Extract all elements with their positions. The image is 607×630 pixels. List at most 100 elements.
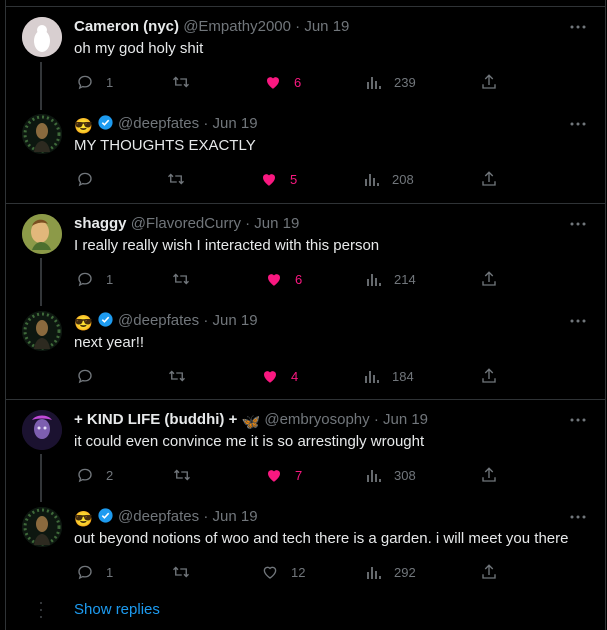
like-button[interactable]: 5: [260, 169, 297, 189]
share-button[interactable]: [480, 465, 498, 485]
share-button[interactable]: [480, 366, 498, 386]
reply-button[interactable]: 1: [76, 72, 113, 92]
user-handle[interactable]: @FlavoredCurry: [131, 215, 241, 232]
heart-icon: [268, 274, 280, 286]
reply-count: 1: [106, 74, 114, 90]
retweet-button[interactable]: [171, 562, 191, 582]
views-icon: [367, 77, 381, 89]
reply-button[interactable]: [76, 169, 94, 189]
reply-button[interactable]: 1: [76, 269, 113, 289]
views-button[interactable]: 308: [366, 465, 416, 485]
reply-icon: [78, 272, 92, 287]
display-name[interactable]: Cameron (nyc): [74, 18, 179, 35]
share-button[interactable]: [480, 269, 498, 289]
display-name[interactable]: 😎: [74, 314, 93, 334]
show-replies-link[interactable]: Show replies: [74, 600, 160, 620]
user-handle[interactable]: @Empathy2000: [183, 18, 291, 35]
reply-count: 1: [106, 271, 114, 287]
tweet-header: 😎 @deepfates · Jun 19: [74, 312, 258, 334]
avatar[interactable]: [22, 311, 62, 351]
display-name[interactable]: + KIND LIFE (buddhi) +: [74, 411, 237, 428]
tweet-date[interactable]: Jun 19: [213, 312, 258, 329]
like-button[interactable]: 6: [264, 72, 301, 92]
view-count: 292: [394, 564, 416, 580]
tweet-date[interactable]: Jun 19: [304, 18, 349, 35]
tweet-date[interactable]: Jun 19: [254, 215, 299, 232]
tweet-actions: 1 6 214: [74, 269, 504, 289]
like-button[interactable]: 6: [265, 269, 302, 289]
reply-button[interactable]: [76, 366, 94, 386]
share-button[interactable]: [480, 169, 498, 189]
tweet-date[interactable]: Jun 19: [383, 411, 428, 428]
avatar-image: [22, 214, 62, 254]
like-count: 6: [294, 74, 302, 90]
views-button[interactable]: 214: [366, 269, 416, 289]
user-handle[interactable]: @deepfates: [118, 312, 199, 329]
view-count: 308: [394, 467, 416, 483]
user-handle[interactable]: @embryosophy: [264, 411, 369, 428]
views-button[interactable]: 292: [366, 562, 416, 582]
view-count: 208: [392, 171, 414, 187]
retweet-button[interactable]: [171, 269, 191, 289]
avatar[interactable]: [22, 214, 62, 254]
like-button[interactable]: 4: [261, 366, 298, 386]
views-button[interactable]: 208: [364, 169, 414, 189]
views-button[interactable]: 239: [366, 72, 416, 92]
more-options-icon[interactable]: [569, 410, 587, 430]
more-options-icon[interactable]: [569, 214, 587, 234]
views-button[interactable]: 184: [364, 366, 414, 386]
more-options-icon[interactable]: [569, 311, 587, 331]
reply-button[interactable]: 2: [76, 465, 113, 485]
share-button[interactable]: [480, 72, 498, 92]
avatar-image: [22, 114, 62, 154]
like-button[interactable]: 12: [261, 562, 305, 582]
tweet-actions: 1 6 239: [74, 72, 504, 92]
heart-icon: [264, 371, 276, 383]
retweet-button[interactable]: [167, 366, 187, 386]
avatar[interactable]: [22, 410, 62, 450]
more-options-icon[interactable]: [569, 17, 587, 37]
like-count: 4: [291, 368, 299, 384]
reply-button[interactable]: 1: [76, 562, 113, 582]
retweet-button[interactable]: [171, 72, 191, 92]
display-name[interactable]: shaggy: [74, 215, 127, 232]
user-handle[interactable]: @deepfates: [118, 115, 199, 132]
user-handle[interactable]: @deepfates: [118, 508, 199, 525]
avatar-image: [22, 410, 62, 450]
tweet-date[interactable]: Jun 19: [213, 115, 258, 132]
views-icon: [365, 371, 379, 383]
avatar[interactable]: [22, 114, 62, 154]
tweet-actions: 1 12 292: [74, 562, 504, 582]
avatar[interactable]: [22, 17, 62, 57]
tweet-header: 😎 @deepfates · Jun 19: [74, 508, 258, 530]
retweet-icon: [168, 173, 184, 185]
heart-icon: [268, 470, 280, 482]
tweet-text: out beyond notions of woo and tech there…: [74, 530, 569, 547]
tweet-text: I really really wish I interacted with t…: [74, 237, 380, 254]
tweet-actions: 2 7 308: [74, 465, 504, 485]
like-button[interactable]: 7: [265, 465, 302, 485]
retweet-icon: [173, 273, 189, 285]
avatar-image: [22, 311, 62, 351]
butterfly-emoji: 🦋: [241, 414, 261, 431]
retweet-button[interactable]: [172, 465, 192, 485]
divider: [5, 399, 605, 400]
share-button[interactable]: [480, 562, 498, 582]
more-options-icon[interactable]: [569, 507, 587, 527]
reply-count: 1: [106, 564, 114, 580]
thread-line: [40, 62, 42, 110]
share-icon: [482, 564, 496, 579]
avatar-image: [22, 17, 62, 57]
display-name[interactable]: 😎: [74, 117, 93, 137]
verified-badge-icon: [97, 508, 114, 525]
avatar[interactable]: [22, 507, 62, 547]
retweet-button[interactable]: [166, 169, 186, 189]
tweet-date[interactable]: Jun 19: [213, 508, 258, 525]
share-icon: [482, 467, 496, 482]
retweet-icon: [173, 76, 189, 88]
like-count: 12: [291, 564, 306, 580]
tweet-text: next year!!: [74, 334, 145, 351]
views-icon: [367, 274, 381, 286]
more-options-icon[interactable]: [569, 114, 587, 134]
display-name[interactable]: 😎: [74, 510, 93, 530]
